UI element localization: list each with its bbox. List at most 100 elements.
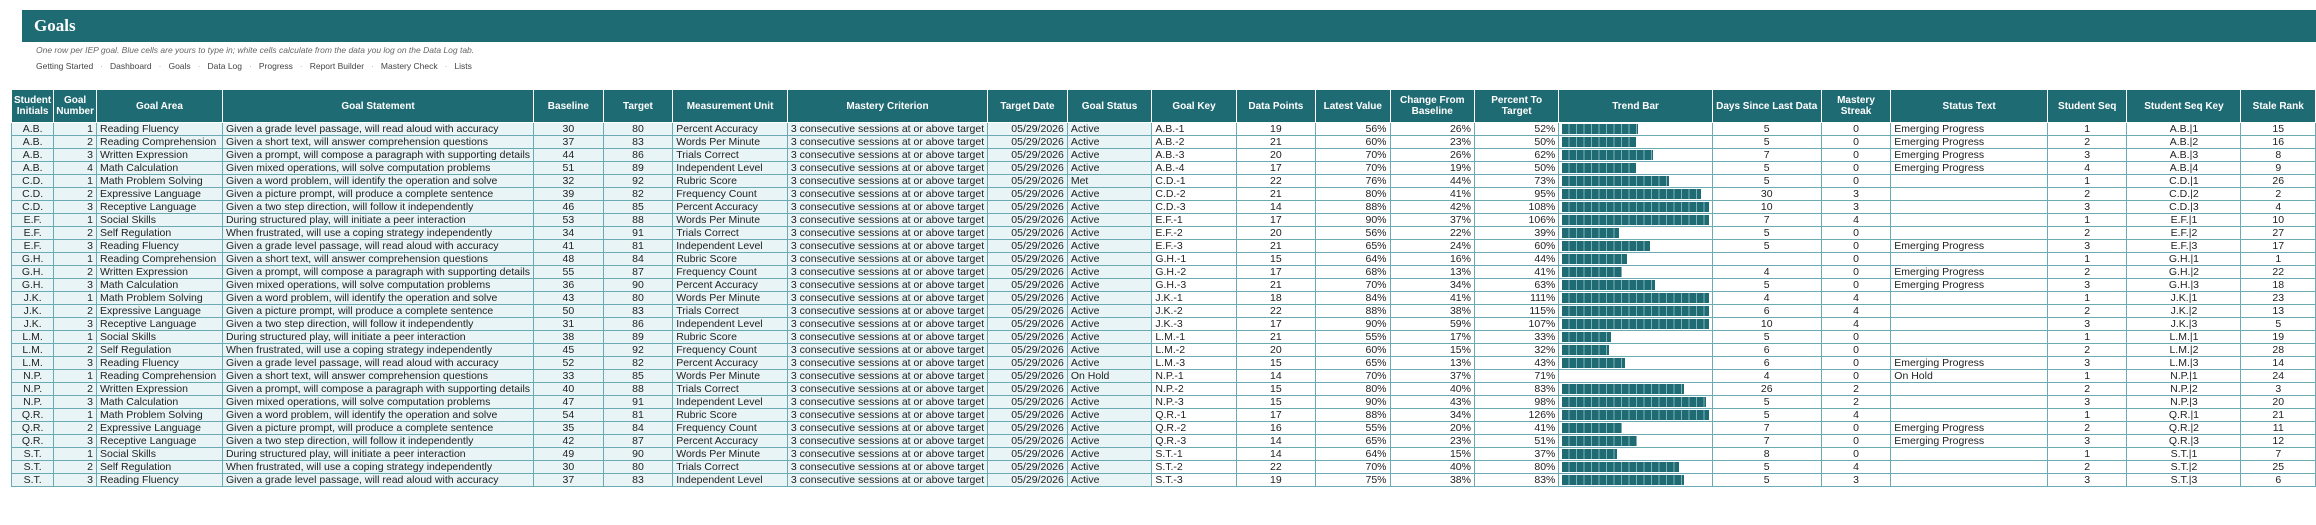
cell-si[interactable]: N.P. [10, 369, 55, 383]
cell-crit[interactable]: 3 consecutive sessions at or above targe… [786, 174, 989, 188]
cell-si[interactable]: S.T. [10, 447, 55, 461]
column-header-trend-bar[interactable]: Trend Bar [1558, 89, 1713, 123]
cell-gn[interactable]: 1 [53, 213, 97, 227]
cell-crit[interactable]: 3 consecutive sessions at or above targe… [786, 382, 989, 396]
cell-base[interactable]: 53 [533, 213, 604, 227]
cell-gn[interactable]: 2 [53, 304, 97, 318]
cell-unit[interactable]: Trials Correct [672, 226, 788, 240]
cell-gstatus[interactable]: Active [1066, 148, 1153, 162]
cell-date[interactable]: 05/29/2026 [987, 200, 1068, 214]
cell-gstatus[interactable]: Active [1066, 382, 1153, 396]
cell-base[interactable]: 31 [533, 317, 604, 331]
cell-area[interactable]: Math Calculation [96, 161, 223, 175]
cell-gstatus[interactable]: Active [1066, 408, 1153, 422]
cell-crit[interactable]: 3 consecutive sessions at or above targe… [786, 122, 989, 136]
cell-date[interactable]: 05/29/2026 [987, 382, 1068, 396]
cell-area[interactable]: Self Regulation [96, 226, 223, 240]
column-header-goal-area[interactable]: Goal Area [96, 89, 223, 123]
cell-base[interactable]: 51 [533, 161, 604, 175]
cell-gn[interactable]: 1 [53, 252, 97, 266]
cell-unit[interactable]: Independent Level [672, 395, 788, 409]
cell-unit[interactable]: Trials Correct [672, 460, 788, 474]
cell-area[interactable]: Receptive Language [96, 434, 223, 448]
cell-base[interactable]: 36 [533, 278, 604, 292]
cell-gn[interactable]: 2 [53, 382, 97, 396]
cell-crit[interactable]: 3 consecutive sessions at or above targe… [786, 408, 989, 422]
column-header-mastery-streak[interactable]: Mastery Streak [1820, 89, 1892, 123]
cell-unit[interactable]: Percent Accuracy [672, 122, 788, 136]
cell-si[interactable]: J.K. [10, 291, 55, 305]
nav-link-data-log[interactable]: Data Log [208, 61, 243, 71]
cell-target[interactable]: 89 [602, 330, 674, 344]
cell-stmt[interactable]: Given a grade level passage, will read a… [221, 356, 535, 370]
cell-date[interactable]: 05/29/2026 [987, 369, 1068, 383]
cell-stmt[interactable]: Given a two step direction, will follow … [221, 317, 535, 331]
cell-base[interactable]: 33 [533, 369, 604, 383]
cell-gstatus[interactable]: Active [1066, 447, 1153, 461]
cell-stmt[interactable]: Given mixed operations, will solve compu… [221, 278, 535, 292]
cell-base[interactable]: 30 [533, 122, 604, 136]
cell-date[interactable]: 05/29/2026 [987, 291, 1068, 305]
cell-crit[interactable]: 3 consecutive sessions at or above targe… [786, 369, 989, 383]
cell-area[interactable]: Written Expression [96, 382, 223, 396]
cell-si[interactable]: E.F. [10, 239, 55, 253]
cell-target[interactable]: 82 [602, 187, 674, 201]
cell-stmt[interactable]: During structured play, will initiate a … [221, 447, 535, 461]
column-header-change-from-baseline[interactable]: Change From Baseline [1389, 89, 1475, 123]
cell-gstatus[interactable]: Active [1066, 291, 1153, 305]
cell-crit[interactable]: 3 consecutive sessions at or above targe… [786, 473, 989, 487]
cell-base[interactable]: 47 [533, 395, 604, 409]
cell-target[interactable]: 83 [602, 304, 674, 318]
cell-area[interactable]: Math Problem Solving [96, 291, 223, 305]
cell-area[interactable]: Written Expression [96, 265, 223, 279]
cell-base[interactable]: 37 [533, 135, 604, 149]
cell-gn[interactable]: 4 [53, 161, 97, 175]
cell-gstatus[interactable]: Active [1066, 161, 1153, 175]
cell-base[interactable]: 39 [533, 187, 604, 201]
cell-target[interactable]: 87 [602, 434, 674, 448]
column-header-latest-value[interactable]: Latest Value [1315, 89, 1391, 123]
cell-area[interactable]: Math Calculation [96, 278, 223, 292]
cell-base[interactable]: 49 [533, 447, 604, 461]
cell-si[interactable]: Q.R. [10, 421, 55, 435]
cell-stmt[interactable]: Given mixed operations, will solve compu… [221, 395, 535, 409]
cell-area[interactable]: Math Calculation [96, 395, 223, 409]
cell-stmt[interactable]: During structured play, will initiate a … [221, 213, 535, 227]
column-header-goal-statement[interactable]: Goal Statement [221, 89, 535, 123]
cell-crit[interactable]: 3 consecutive sessions at or above targe… [786, 252, 989, 266]
cell-date[interactable]: 05/29/2026 [987, 421, 1068, 435]
cell-area[interactable]: Self Regulation [96, 343, 223, 357]
cell-target[interactable]: 88 [602, 382, 674, 396]
cell-crit[interactable]: 3 consecutive sessions at or above targe… [786, 161, 989, 175]
column-header-target[interactable]: Target [602, 89, 674, 123]
cell-stmt[interactable]: Given a prompt, will compose a paragraph… [221, 148, 535, 162]
cell-base[interactable]: 48 [533, 252, 604, 266]
cell-target[interactable]: 91 [602, 395, 674, 409]
column-header-days-since-last-data[interactable]: Days Since Last Data [1711, 89, 1822, 123]
cell-stmt[interactable]: Given a picture prompt, will produce a c… [221, 304, 535, 318]
cell-date[interactable]: 05/29/2026 [987, 226, 1068, 240]
cell-gstatus[interactable]: Active [1066, 421, 1153, 435]
cell-si[interactable]: N.P. [10, 395, 55, 409]
column-header-stale-rank[interactable]: Stale Rank [2240, 89, 2316, 123]
cell-si[interactable]: G.H. [10, 252, 55, 266]
cell-crit[interactable]: 3 consecutive sessions at or above targe… [786, 213, 989, 227]
column-header-goal-key[interactable]: Goal Key [1151, 89, 1237, 123]
cell-crit[interactable]: 3 consecutive sessions at or above targe… [786, 460, 989, 474]
cell-stmt[interactable]: Given a picture prompt, will produce a c… [221, 421, 535, 435]
cell-gstatus[interactable]: Active [1066, 434, 1153, 448]
cell-stmt[interactable]: Given a grade level passage, will read a… [221, 473, 535, 487]
column-header-goal-number[interactable]: Goal Number [53, 89, 97, 123]
cell-si[interactable]: J.K. [10, 317, 55, 331]
cell-gn[interactable]: 2 [53, 421, 97, 435]
column-header-student-seq[interactable]: Student Seq [2046, 89, 2128, 123]
cell-stmt[interactable]: Given a prompt, will compose a paragraph… [221, 265, 535, 279]
cell-area[interactable]: Receptive Language [96, 317, 223, 331]
cell-crit[interactable]: 3 consecutive sessions at or above targe… [786, 434, 989, 448]
cell-gstatus[interactable]: Active [1066, 460, 1153, 474]
cell-si[interactable]: C.D. [10, 187, 55, 201]
cell-unit[interactable]: Words Per Minute [672, 369, 788, 383]
cell-gstatus[interactable]: Active [1066, 343, 1153, 357]
cell-stmt[interactable]: Given a word problem, will identify the … [221, 174, 535, 188]
cell-gstatus[interactable]: Active [1066, 317, 1153, 331]
